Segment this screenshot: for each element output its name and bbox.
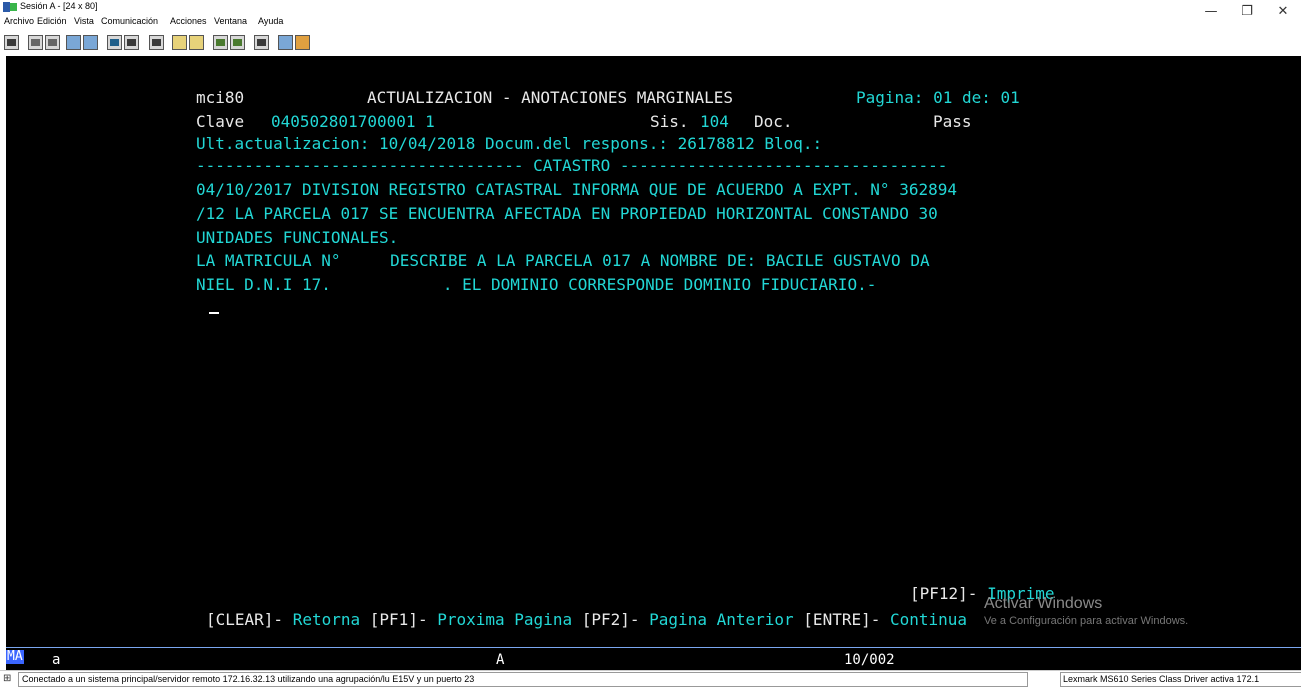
disconnect-icon[interactable]: [295, 35, 310, 50]
network-icon: ⊞: [3, 673, 12, 684]
play-macro-icon[interactable]: [189, 35, 204, 50]
enter-label: Continua: [890, 610, 968, 629]
toolbar: [0, 32, 1301, 52]
sis-value: 104: [700, 112, 729, 131]
pf1-label: Proxima Pagina: [437, 610, 573, 629]
clave-field[interactable]: 040502801700001 1: [271, 112, 435, 132]
function-key-bar: [CLEAR]- Retorna [PF1]- Proxima Pagina […: [206, 610, 967, 630]
terminal-screen[interactable]: mci80 ACTUALIZACION - ANOTACIONES MARGIN…: [6, 56, 1301, 647]
title-bar: Sesión A - [24 x 80] — ❐ ✕: [0, 0, 1301, 19]
macro-icon[interactable]: [149, 35, 164, 50]
pf2-key[interactable]: [PF2]-: [582, 610, 640, 629]
oia-mode: A: [496, 652, 505, 668]
doc-label: Doc.: [754, 112, 793, 131]
last-update-line: Ult.actualizacion: 10/04/2018 Docum.del …: [196, 134, 823, 153]
annotation-line-1: 04/10/2017 DIVISION REGISTRO CATASTRAL I…: [196, 180, 957, 199]
annotation-line-2: /12 LA PARCELA 017 SE ENCUENTRA AFECTADA…: [196, 204, 938, 223]
menu-edicion[interactable]: Edición: [37, 16, 67, 26]
activation-watermark-text: Ve a Configuración para activar Windows.: [984, 615, 1189, 627]
menu-acciones[interactable]: Acciones: [170, 16, 207, 26]
menu-comunicacion[interactable]: Comunicación: [101, 16, 158, 26]
enter-key[interactable]: [ENTRE]-: [803, 610, 880, 629]
window-title: Sesión A - [24 x 80]: [20, 1, 98, 11]
text-cursor: [209, 312, 219, 314]
menu-vista[interactable]: Vista: [74, 16, 94, 26]
app-icon: [3, 2, 17, 12]
receive-file-icon[interactable]: [83, 35, 98, 50]
catastro-separator: ---------------------------------- CATAS…: [196, 156, 948, 175]
oia-ma-indicator: MA: [6, 649, 24, 664]
pf2-label: Pagina Anterior: [649, 610, 794, 629]
program-id: mci80: [196, 88, 245, 107]
menu-ayuda[interactable]: Ayuda: [258, 16, 283, 26]
screen-heading: ACTUALIZACION - ANOTACIONES MARGINALES: [367, 88, 734, 107]
status-bar: ⊞ Conectado a un sistema principal/servi…: [0, 670, 1301, 688]
annotation-line-3: UNIDADES FUNCIONALES.: [196, 228, 399, 247]
sis-label: Sis.: [650, 112, 689, 131]
menu-archivo[interactable]: Archivo: [4, 16, 34, 26]
activation-watermark-title: Activar Windows: [984, 595, 1103, 612]
oia-cursor-position: 10/002: [844, 652, 895, 668]
pass-label: Pass: [933, 112, 972, 131]
menu-ventana[interactable]: Ventana: [214, 16, 247, 26]
menu-bar: Archivo Edición Vista Comunicación Accio…: [0, 14, 1301, 28]
copy-icon[interactable]: [28, 35, 43, 50]
clear-label: Retorna: [292, 610, 361, 629]
session-icon[interactable]: [254, 35, 269, 50]
connect-icon[interactable]: [278, 35, 293, 50]
operator-info-area: MA a A 10/002: [6, 647, 1301, 670]
annotation-line-4: LA MATRICULA N° DESCRIBE A LA PARCELA 01…: [196, 251, 930, 271]
connection-status: Conectado a un sistema principal/servido…: [18, 672, 1028, 687]
printer-status: Lexmark MS610 Series Class Driver activa…: [1060, 672, 1301, 687]
oia-session: a: [52, 652, 61, 668]
send-file-icon[interactable]: [66, 35, 81, 50]
page-indicator: Pagina: 01 de: 01: [856, 88, 1020, 107]
annotation-line-5: NIEL D.N.I 17. . EL DOMINIO CORRESPONDE …: [196, 275, 877, 295]
display-setup-icon[interactable]: [107, 35, 122, 50]
clave-label: Clave: [196, 112, 245, 131]
transfer-up-icon[interactable]: [213, 35, 228, 50]
keyboard-map-icon[interactable]: [124, 35, 139, 50]
pf1-key[interactable]: [PF1]-: [370, 610, 428, 629]
paste-icon[interactable]: [45, 35, 60, 50]
print-screen-icon[interactable]: [4, 35, 19, 50]
transfer-down-icon[interactable]: [230, 35, 245, 50]
clear-key[interactable]: [CLEAR]-: [206, 610, 283, 629]
record-macro-icon[interactable]: [172, 35, 187, 50]
